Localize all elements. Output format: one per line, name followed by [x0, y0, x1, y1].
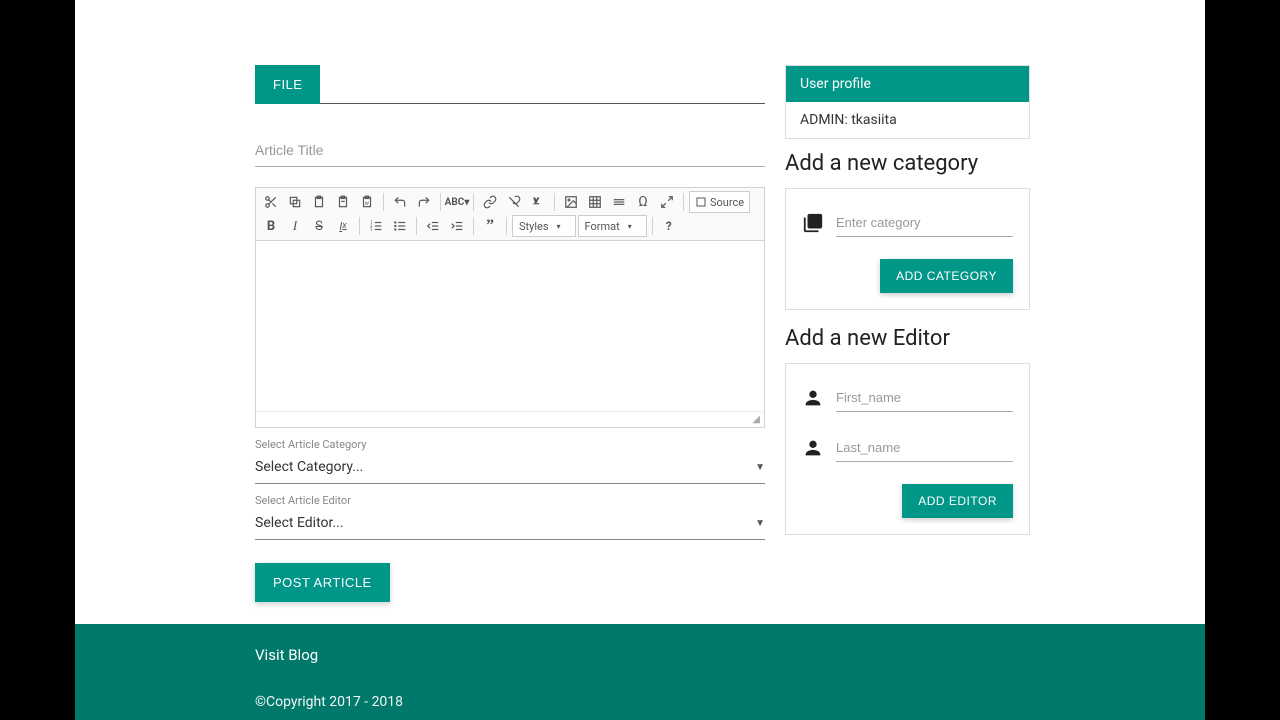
add-category-button[interactable]: ADD CATEGORY — [880, 259, 1013, 293]
unlink-icon[interactable] — [503, 191, 525, 213]
bold-icon[interactable]: B — [260, 215, 282, 237]
undo-icon[interactable] — [389, 191, 411, 213]
category-field-label: Select Article Category — [255, 438, 765, 451]
user-profile-value: ADMIN: tkasiita — [786, 102, 1029, 138]
category-select[interactable]: Select Category... ▼ — [255, 451, 765, 484]
tabs: FILE — [255, 65, 765, 104]
paste-text-icon[interactable] — [332, 191, 354, 213]
library-icon — [802, 212, 824, 234]
source-button[interactable]: Source — [689, 191, 750, 213]
caret-down-icon: ▼ — [755, 518, 765, 529]
user-profile-card: User profile ADMIN: tkasiita — [785, 65, 1030, 139]
blockquote-icon[interactable]: ” — [479, 215, 501, 237]
indent-icon[interactable] — [446, 215, 468, 237]
editor-select[interactable]: Select Editor... ▼ — [255, 507, 765, 540]
add-editor-button[interactable]: ADD EDITOR — [902, 484, 1013, 518]
outdent-icon[interactable] — [422, 215, 444, 237]
first-name-input[interactable] — [836, 384, 1013, 412]
last-name-input[interactable] — [836, 434, 1013, 462]
specialchar-icon[interactable]: Ω — [632, 191, 654, 213]
person-icon — [802, 387, 824, 409]
add-editor-card: ADD EDITOR — [785, 363, 1030, 535]
strike-icon[interactable]: S — [308, 215, 330, 237]
styles-select[interactable]: Styles — [512, 215, 576, 237]
svg-text:3: 3 — [370, 227, 373, 232]
add-category-title: Add a new category — [785, 151, 1030, 176]
svg-text:W: W — [365, 201, 370, 207]
help-icon[interactable]: ? — [658, 215, 680, 237]
visit-blog-link[interactable]: Visit Blog — [255, 646, 1175, 664]
add-category-card: ADD CATEGORY — [785, 188, 1030, 310]
paste-icon[interactable] — [308, 191, 330, 213]
editor-content-area[interactable] — [256, 241, 764, 411]
paste-word-icon[interactable]: W — [356, 191, 378, 213]
copy-icon[interactable] — [284, 191, 306, 213]
article-form: FILE W — [255, 65, 765, 602]
cut-icon[interactable] — [260, 191, 282, 213]
richtext-editor: W ABC▾ — [255, 187, 765, 428]
format-select[interactable]: Format — [578, 215, 647, 237]
editor-resize-handle[interactable]: ◢ — [256, 411, 764, 427]
bullet-list-icon[interactable] — [389, 215, 411, 237]
footer-copyright: ©Copyright 2017 - 2018 — [255, 694, 1175, 710]
numbered-list-icon[interactable]: 123 — [365, 215, 387, 237]
category-input[interactable] — [836, 209, 1013, 237]
maximize-icon[interactable] — [656, 191, 678, 213]
image-icon[interactable] — [560, 191, 582, 213]
editor-toolbar: W ABC▾ — [256, 188, 764, 241]
spellcheck-icon[interactable]: ABC▾ — [446, 191, 468, 213]
remove-format-icon[interactable]: Ix — [332, 215, 354, 237]
link-icon[interactable] — [479, 191, 501, 213]
editor-field-label: Select Article Editor — [255, 494, 765, 507]
italic-icon[interactable]: I — [284, 215, 306, 237]
post-article-button[interactable]: POST ARTICLE — [255, 563, 390, 602]
file-tab[interactable]: FILE — [255, 65, 320, 104]
add-editor-title: Add a new Editor — [785, 326, 1030, 351]
anchor-icon[interactable] — [527, 191, 549, 213]
hr-icon[interactable] — [608, 191, 630, 213]
person-icon — [802, 437, 824, 459]
caret-down-icon: ▼ — [755, 462, 765, 473]
user-profile-header: User profile — [786, 66, 1029, 102]
sidebar: User profile ADMIN: tkasiita Add a new c… — [785, 65, 1030, 602]
article-title-input[interactable] — [255, 134, 765, 167]
table-icon[interactable] — [584, 191, 606, 213]
footer: Visit Blog ©Copyright 2017 - 2018 — [75, 624, 1205, 720]
redo-icon[interactable] — [413, 191, 435, 213]
